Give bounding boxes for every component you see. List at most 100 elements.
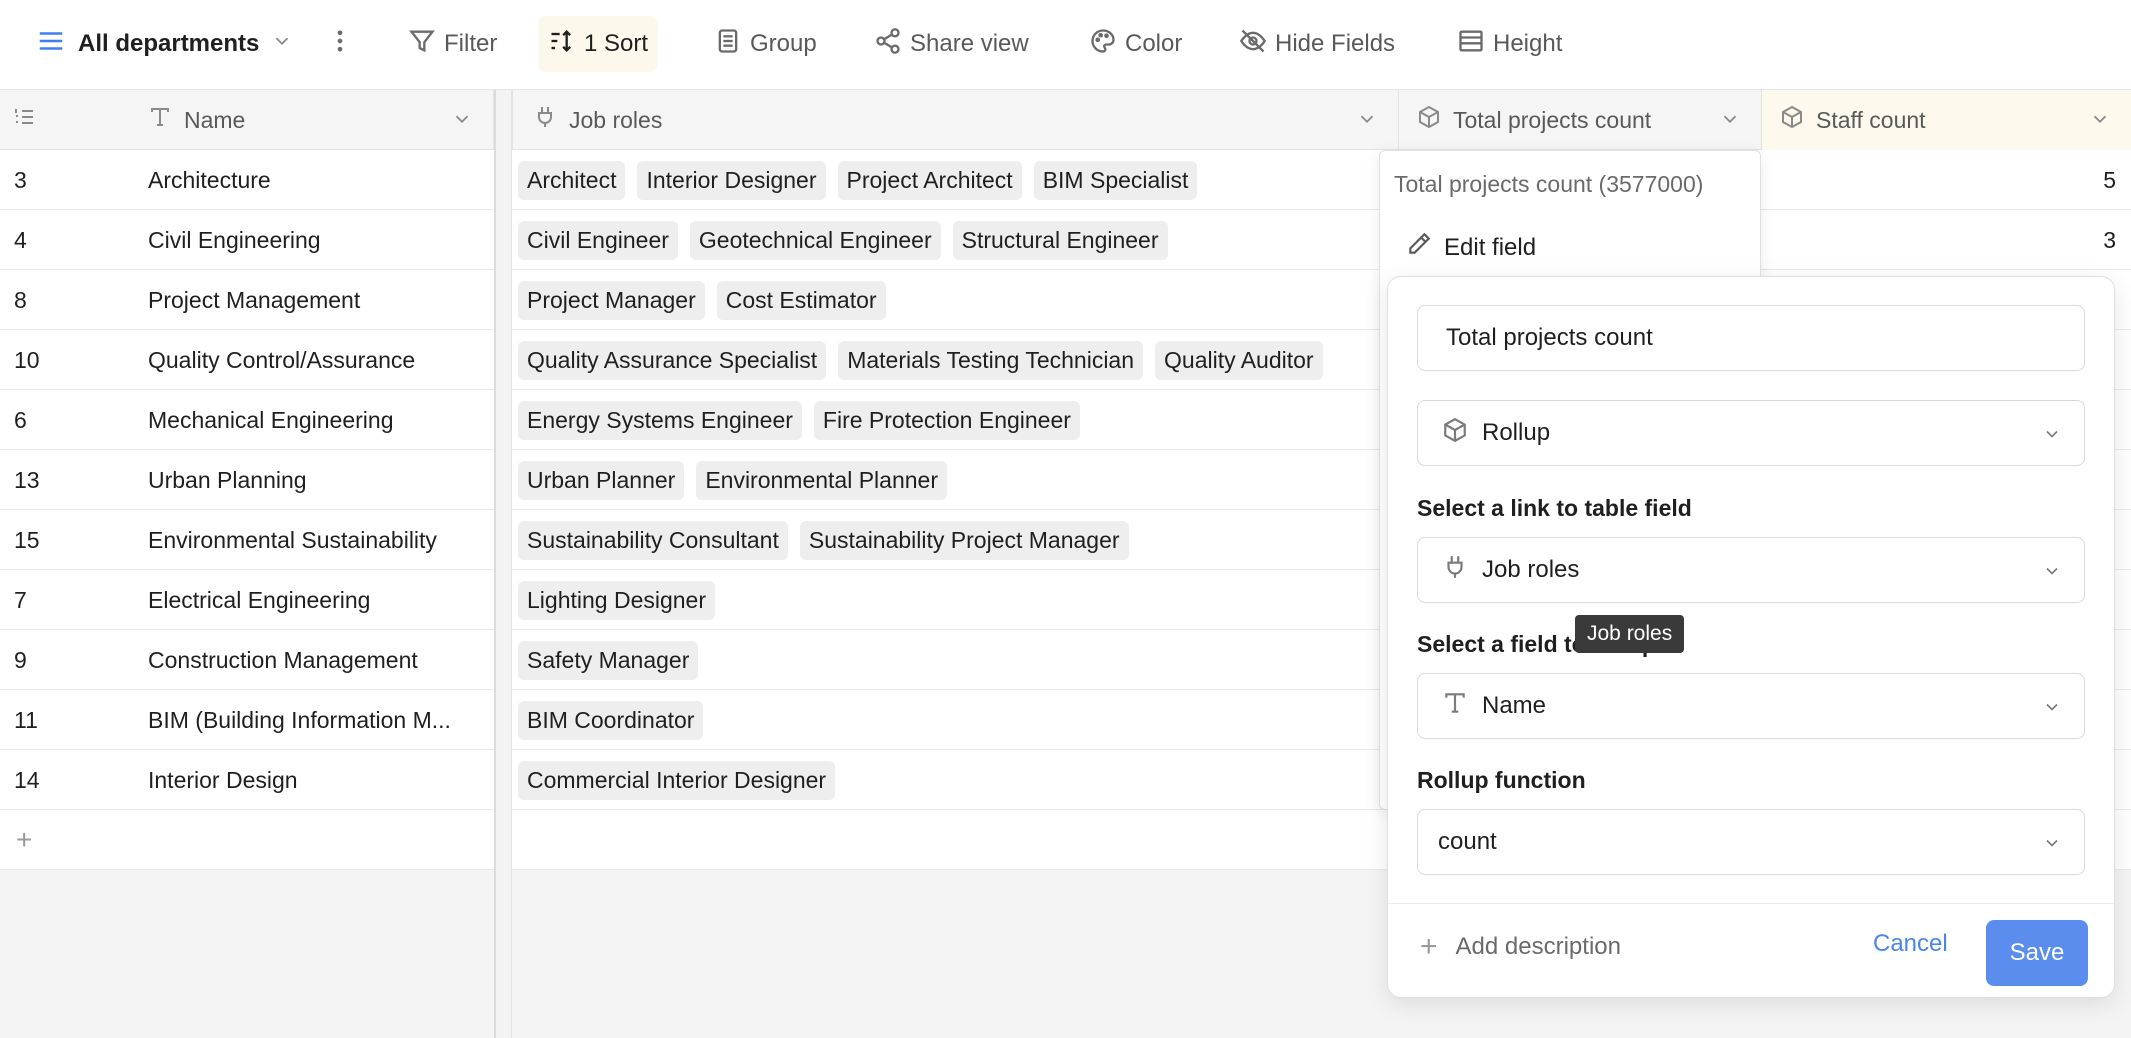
job-role-tag[interactable]: Quality Auditor xyxy=(1155,340,1323,380)
job-role-tag[interactable]: Fire Protection Engineer xyxy=(813,400,1080,440)
chevron-down-icon[interactable] xyxy=(1719,108,1741,136)
row-index: 15 xyxy=(14,527,40,553)
view-options-button[interactable] xyxy=(322,16,358,72)
row-index: 8 xyxy=(14,287,27,313)
rollup-function-label: Rollup function xyxy=(1417,767,1586,793)
pencil-icon xyxy=(1406,231,1432,264)
job-roles-cell[interactable]: Lighting Designer xyxy=(518,570,1398,630)
job-role-tag[interactable]: Project Architect xyxy=(837,160,1022,200)
cancel-button[interactable]: Cancel xyxy=(1873,930,1948,958)
job-role-tag[interactable]: Materials Testing Technician xyxy=(838,340,1144,380)
job-role-tag[interactable]: Energy Systems Engineer xyxy=(518,400,802,440)
row-index: 10 xyxy=(14,347,40,373)
job-role-tag[interactable]: Structural Engineer xyxy=(952,220,1168,260)
job-role-tag[interactable]: Safety Manager xyxy=(518,640,699,680)
column-header-job-roles[interactable]: Job roles xyxy=(512,90,1399,150)
chevron-down-icon[interactable] xyxy=(451,108,473,136)
field-type-value: Rollup xyxy=(1482,419,1551,446)
chevron-down-icon[interactable] xyxy=(1356,108,1378,136)
job-roles-cell[interactable]: Civil Engineer Geotechnical Engineer Struc… xyxy=(518,210,1398,270)
department-name-cell[interactable]: Quality Control/Assurance xyxy=(148,330,488,390)
job-role-tag[interactable]: Interior Designer xyxy=(637,160,826,200)
department-name-cell[interactable]: Electrical Engineering xyxy=(148,570,488,630)
department-name-cell[interactable]: Architecture xyxy=(148,150,488,210)
column-header-staff-count[interactable]: Staff count xyxy=(1762,90,2131,150)
column-total-label: Total projects count xyxy=(1453,106,1652,133)
hide-fields-button[interactable]: Hide Fields xyxy=(1229,16,1405,72)
staff-count-cell[interactable]: 5 xyxy=(1762,150,2116,210)
job-roles-cell[interactable]: BIM Coordinator xyxy=(518,690,1398,750)
chevron-down-icon[interactable] xyxy=(2089,108,2111,136)
job-role-tag[interactable]: Geotechnical Engineer xyxy=(689,220,941,260)
edit-panel-footer: + Add description Cancel Save xyxy=(1388,903,2114,997)
field-name-input[interactable] xyxy=(1417,305,2085,371)
job-role-tag[interactable]: Cost Estimator xyxy=(716,280,886,320)
rollup-function-select[interactable]: count xyxy=(1417,809,2085,875)
chevron-down-icon xyxy=(271,30,293,59)
job-role-tag[interactable]: Project Manager xyxy=(518,280,705,320)
department-name-cell[interactable]: Environmental Sustainability xyxy=(148,510,488,570)
job-roles-cell[interactable]: Project Manager Cost Estimator xyxy=(518,270,1398,330)
job-roles-cell[interactable]: Commercial Interior Designer xyxy=(518,750,1398,810)
filter-button[interactable]: Filter xyxy=(398,16,507,72)
job-role-tag[interactable]: Architect xyxy=(518,160,626,200)
sort-button[interactable]: 1 Sort xyxy=(538,16,659,72)
row-index: 9 xyxy=(14,647,27,673)
job-roles-cell[interactable]: Sustainability Consultant Sustainability … xyxy=(518,510,1398,570)
plus-icon: + xyxy=(1420,930,1438,963)
staff-count-cell[interactable]: 3 xyxy=(1762,210,2116,270)
color-label: Color xyxy=(1125,30,1183,57)
sort-icon xyxy=(548,27,576,62)
column-header-name[interactable]: Name xyxy=(130,90,494,150)
rollup-function-value: count xyxy=(1438,828,1497,855)
link-field-label: Select a link to table field xyxy=(1417,495,1692,521)
column-header-total-projects[interactable]: Total projects count xyxy=(1399,90,1762,150)
department-name-cell[interactable]: Civil Engineering xyxy=(148,210,488,270)
job-role-tag[interactable]: Civil Engineer xyxy=(518,220,678,260)
save-button[interactable]: Save xyxy=(1986,920,2088,986)
view-selector[interactable]: All departments xyxy=(26,16,303,72)
job-role-tag[interactable]: Sustainability Project Manager xyxy=(799,520,1129,560)
share-view-button[interactable]: Share view xyxy=(864,16,1039,72)
edit-field-menu-item[interactable]: Edit field xyxy=(1406,231,1536,264)
job-role-tag[interactable]: Lighting Designer xyxy=(518,580,716,620)
row-index-header xyxy=(0,90,130,150)
height-button[interactable]: Height xyxy=(1447,16,1572,72)
job-roles-cell[interactable]: Safety Manager xyxy=(518,630,1398,690)
job-role-tag[interactable]: BIM Specialist xyxy=(1033,160,1198,200)
link-field-select[interactable]: Job roles xyxy=(1417,537,2085,603)
job-roles-cell[interactable]: Energy Systems Engineer Fire Protection E… xyxy=(518,390,1398,450)
frozen-column-divider[interactable] xyxy=(494,90,512,1038)
job-role-tag[interactable]: Sustainability Consultant xyxy=(518,520,788,560)
department-name-cell[interactable]: Construction Management xyxy=(148,630,488,690)
group-button[interactable]: Group xyxy=(704,16,827,72)
color-button[interactable]: Color xyxy=(1079,16,1192,72)
department-name-cell[interactable]: Mechanical Engineering xyxy=(148,390,488,450)
table-row[interactable]: 4 Civil Engineering Civil Engineer Geotechn… xyxy=(0,210,2131,270)
rollup-box-icon xyxy=(1442,417,1468,450)
column-staff-label: Staff count xyxy=(1816,106,1926,133)
department-name-cell[interactable]: Interior Design xyxy=(148,750,488,810)
field-type-select[interactable]: Rollup xyxy=(1417,400,2085,466)
grid-header: Name Job roles Total projects count Staf… xyxy=(0,90,2131,150)
chevron-down-icon xyxy=(2042,560,2062,588)
column-roles-label: Job roles xyxy=(569,106,663,133)
job-role-tag[interactable]: Commercial Interior Designer xyxy=(518,760,836,800)
job-roles-cell[interactable]: Urban Planner Environmental Planner xyxy=(518,450,1398,510)
column-name-label: Name xyxy=(184,106,246,133)
row-index: 13 xyxy=(14,467,40,493)
job-roles-cell[interactable]: Quality Assurance Specialist Materials Te… xyxy=(518,330,1398,390)
eye-off-icon xyxy=(1239,27,1267,62)
job-role-tag[interactable]: Urban Planner xyxy=(518,460,685,500)
department-name-cell[interactable]: Urban Planning xyxy=(148,450,488,510)
rollup-field-select[interactable]: Name xyxy=(1417,673,2085,739)
job-role-tag[interactable]: Quality Assurance Specialist xyxy=(518,340,827,380)
job-role-tag[interactable]: BIM Coordinator xyxy=(518,700,704,740)
department-name-cell[interactable]: Project Management xyxy=(148,270,488,330)
add-description-button[interactable]: + Add description xyxy=(1420,932,1621,962)
department-name-cell[interactable]: BIM (Building Information M... xyxy=(148,690,488,750)
job-roles-cell[interactable]: Architect Interior Designer Project Archit… xyxy=(518,150,1398,210)
table-row[interactable]: 3 Architecture Architect Interior Designer P… xyxy=(0,150,2131,210)
add-row-button[interactable]: + xyxy=(0,810,494,870)
job-role-tag[interactable]: Environmental Planner xyxy=(696,460,947,500)
